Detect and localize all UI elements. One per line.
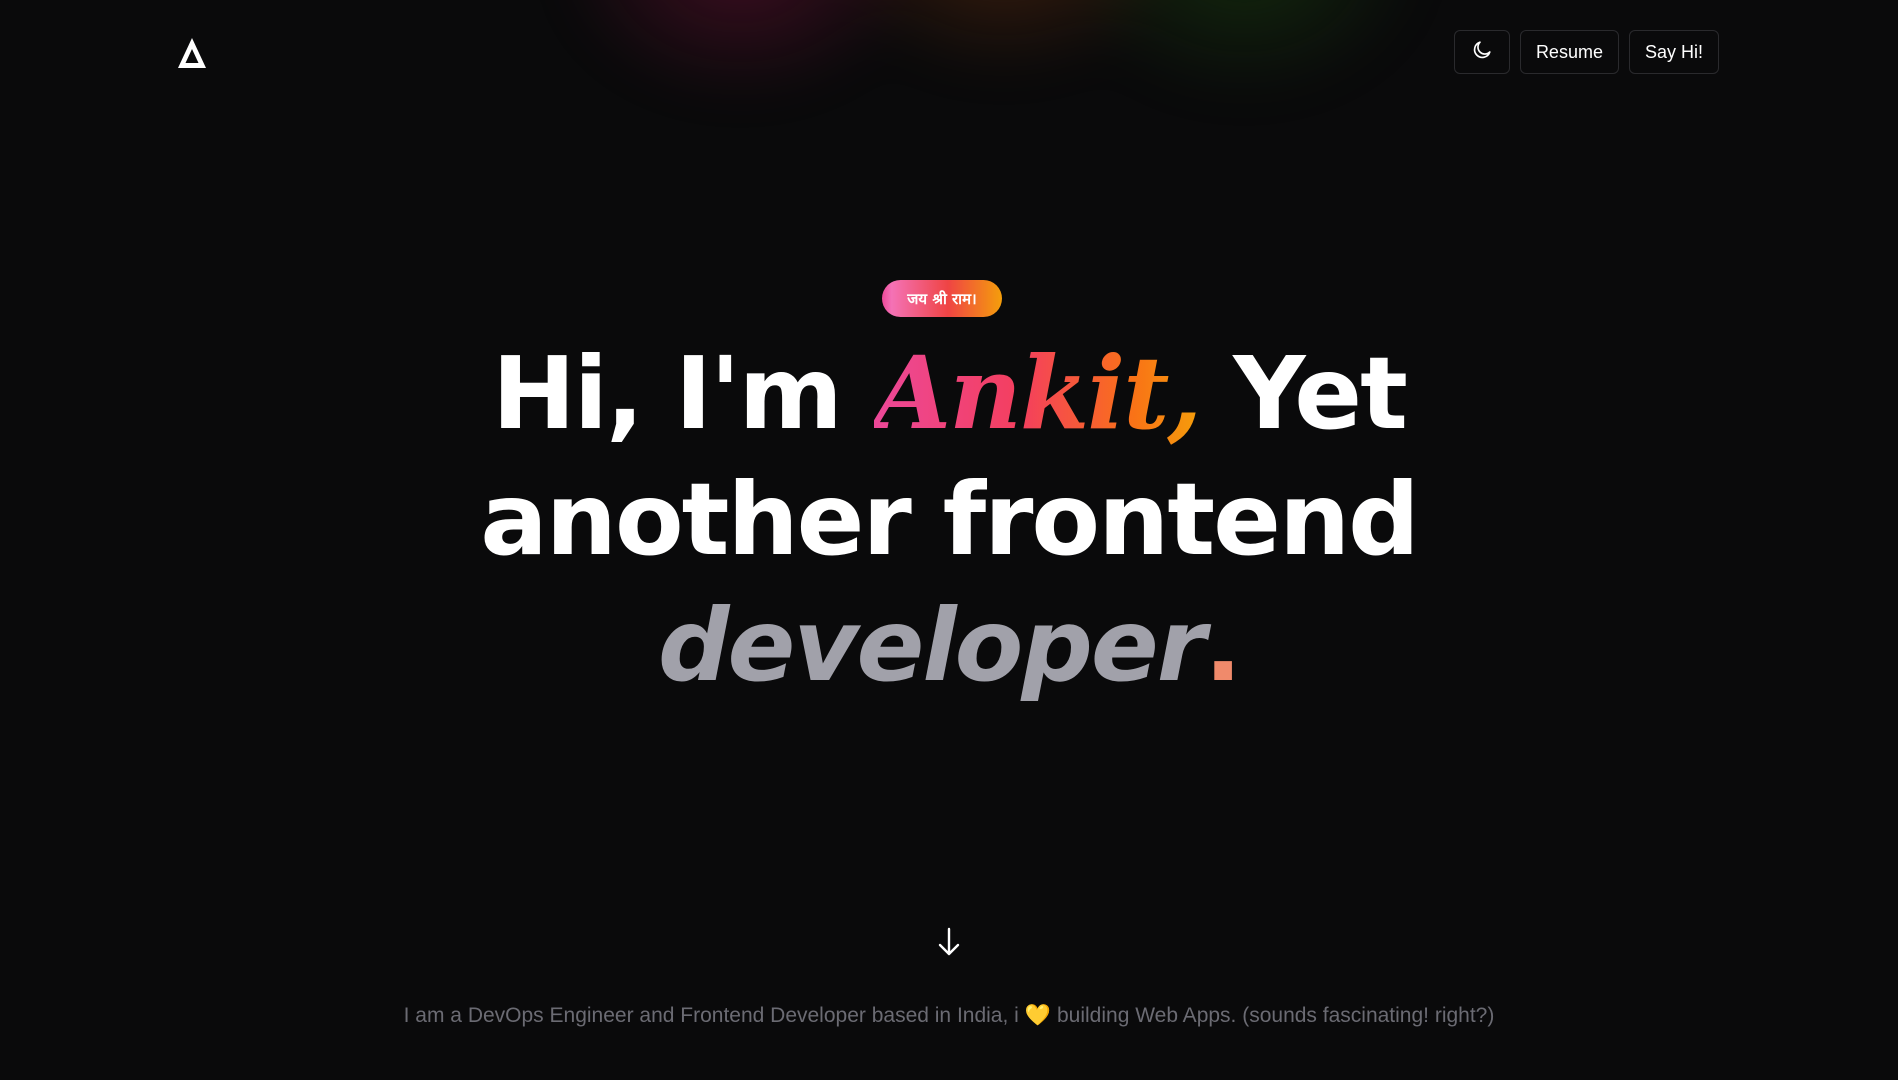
tagline-text-end: building Web Apps. (sounds fascinating! … <box>1056 1004 1495 1027</box>
theme-toggle-button[interactable] <box>1453 30 1510 74</box>
headline-line-1: Hi, I'm Ankit, Yet <box>0 330 1898 457</box>
page: Resume Say Hi! जय श्री राम। Hi, I'm Anki… <box>0 0 1898 1080</box>
hero-headline: Hi, I'm Ankit, Yet another frontend deve… <box>0 330 1898 709</box>
say-hi-button[interactable]: Say Hi! <box>1628 30 1719 74</box>
tagline-text-start: I am a DevOps Engineer and Frontend Deve… <box>403 1004 1019 1027</box>
logo-triangle-icon[interactable] <box>176 36 208 70</box>
headline-name: Ankit, <box>873 334 1203 452</box>
greeting-badge: जय श्री राम। <box>882 280 1002 317</box>
scroll-down-arrow-icon[interactable] <box>936 926 962 958</box>
site-header: Resume Say Hi! <box>0 0 1898 106</box>
headline-role: developer <box>657 587 1206 704</box>
headline-after-name: Yet <box>1233 335 1408 452</box>
headline-line-2: another frontend <box>480 461 1419 578</box>
header-actions: Resume Say Hi! <box>1453 30 1719 74</box>
headline-role-dot: . <box>1204 587 1242 704</box>
moon-icon <box>1471 39 1493 66</box>
heart-icon: 💛 <box>1024 1004 1051 1027</box>
intro-tagline: I am a DevOps Engineer and Frontend Deve… <box>0 1004 1898 1028</box>
resume-button[interactable]: Resume <box>1519 30 1619 74</box>
headline-line-3: developer. <box>0 583 1898 709</box>
headline-greeting: Hi, I'm <box>492 335 843 452</box>
